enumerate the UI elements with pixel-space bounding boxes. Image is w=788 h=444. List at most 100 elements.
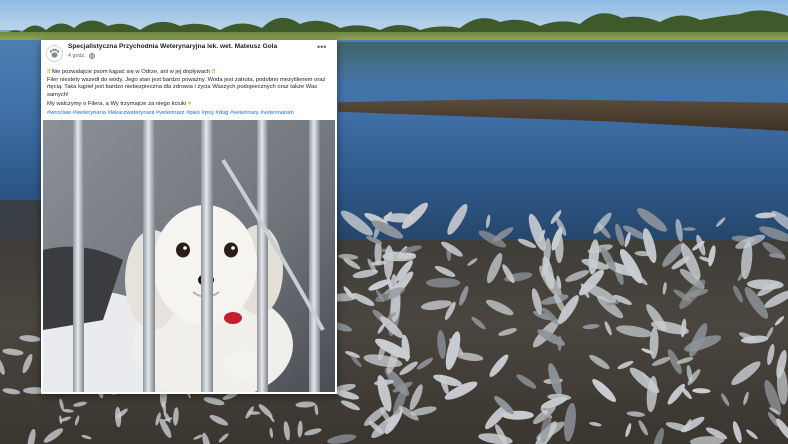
page-name[interactable]: Specjalistyczna Przychodnia Weterynaryjn… — [68, 43, 277, 50]
dead-fish — [22, 354, 33, 374]
dead-fish — [767, 344, 775, 365]
social-post-card: Specjalistyczna Przychodnia Weterynaryjn… — [41, 40, 337, 394]
post-header: Specjalistyczna Przychodnia Weterynaryjn… — [41, 40, 337, 68]
dead-fish — [692, 388, 711, 394]
dead-fish — [434, 265, 456, 277]
dead-fish — [173, 407, 179, 426]
dead-fish — [0, 356, 5, 375]
dead-fish — [746, 279, 784, 290]
dead-fish — [625, 423, 632, 438]
dead-fish — [746, 429, 758, 440]
dead-fish — [721, 393, 730, 407]
dead-fish — [486, 252, 503, 284]
dead-fish — [731, 361, 761, 386]
dead-fish — [2, 348, 24, 356]
dead-fish — [59, 398, 64, 411]
dead-fish — [636, 208, 668, 232]
post-hashtags[interactable]: #wroclaw #weterynaria #lekarzweterynarii… — [47, 110, 333, 116]
dead-fish — [202, 432, 211, 444]
dead-fish — [676, 357, 694, 364]
dead-fish — [416, 357, 434, 370]
dead-fish — [73, 401, 87, 407]
dead-fish — [426, 278, 461, 288]
paw-logo-icon — [49, 48, 60, 58]
dead-fish — [19, 335, 41, 342]
dead-fish — [662, 281, 667, 295]
dead-fish — [43, 428, 64, 443]
dead-fish — [478, 433, 513, 444]
yellow-heart-icon: ♥ — [187, 101, 192, 108]
dead-fish — [604, 321, 612, 336]
dead-fish — [269, 427, 274, 439]
dead-fish — [340, 400, 360, 411]
double-exclamation-icon: ‼ — [211, 69, 216, 75]
dead-fish — [485, 299, 514, 316]
dead-fish — [314, 404, 319, 416]
dead-fish — [592, 379, 616, 402]
post-lead-a: Nie pozwalajcie psom kąpać się w Odrze, … — [51, 69, 211, 75]
post-photo-dog-in-cage[interactable] — [43, 120, 335, 392]
dead-fish — [732, 421, 742, 444]
dead-fish — [2, 388, 21, 395]
globe-icon — [89, 53, 95, 59]
dead-fish — [588, 239, 600, 275]
dead-fish — [762, 241, 786, 260]
dead-fish — [555, 233, 564, 264]
dog-photo-illustration — [43, 120, 335, 392]
more-options-icon[interactable]: ••• — [317, 43, 326, 52]
dead-fish — [589, 422, 602, 427]
dead-fish — [420, 300, 452, 310]
dead-fish — [218, 433, 229, 443]
dead-fish — [624, 232, 631, 248]
dead-fish — [582, 324, 600, 330]
dead-fish — [209, 415, 229, 426]
dead-fish — [667, 383, 685, 405]
dead-fish — [203, 397, 225, 406]
dead-fish — [467, 258, 478, 266]
dead-fish — [409, 384, 423, 411]
dead-fish — [616, 325, 653, 338]
dead-fish — [675, 218, 683, 242]
dead-fish — [498, 328, 517, 336]
dead-fish — [715, 217, 726, 227]
post-closing: My walczymy o Filera, a Wy trzymajcie za… — [47, 101, 187, 108]
post-body: ‼ Nie pozwalajcie psom kąpać się w Odrze… — [47, 69, 331, 109]
dead-fish — [743, 391, 749, 406]
dead-fish — [471, 316, 486, 330]
dead-fish — [589, 354, 610, 370]
dead-fish — [283, 421, 290, 441]
dead-fish — [733, 285, 743, 303]
dead-fish — [447, 204, 468, 235]
dead-fish — [297, 420, 303, 438]
dead-fish — [327, 434, 357, 444]
page-avatar[interactable] — [46, 45, 63, 62]
dead-fish — [642, 228, 657, 264]
dead-fish — [774, 316, 785, 326]
dead-fish — [340, 210, 373, 236]
dead-fish — [258, 404, 273, 418]
dead-fish — [682, 227, 696, 231]
dead-fish — [652, 427, 664, 444]
dead-fish — [564, 402, 576, 442]
dead-fish — [62, 409, 74, 413]
double-exclamation-icon: ‼ — [47, 69, 51, 75]
dead-fish — [441, 241, 463, 257]
dead-fish — [680, 416, 705, 433]
dead-fish — [516, 374, 537, 389]
dead-fish — [304, 428, 322, 436]
post-paragraph-2: My walczymy o Filera, a Wy trzymajcie za… — [47, 101, 331, 109]
dead-fish — [193, 434, 203, 440]
dead-fish — [485, 214, 491, 229]
dead-fish — [27, 428, 36, 444]
post-paragraph-1: ‼ Nie pozwalajcie psom kąpać się w Odrze… — [47, 69, 331, 99]
dead-fish — [489, 354, 509, 377]
dead-fish — [501, 410, 534, 420]
dead-fish — [638, 420, 648, 436]
post-time[interactable]: 4 godz. — [68, 53, 86, 59]
dead-fish — [295, 401, 316, 408]
dead-fish — [493, 227, 514, 242]
post-lead-b: Filer niestety wszedł do wody. Jego stan… — [47, 76, 326, 98]
dead-fish — [459, 285, 469, 306]
dead-fish — [74, 415, 80, 426]
dead-fish — [437, 329, 446, 360]
